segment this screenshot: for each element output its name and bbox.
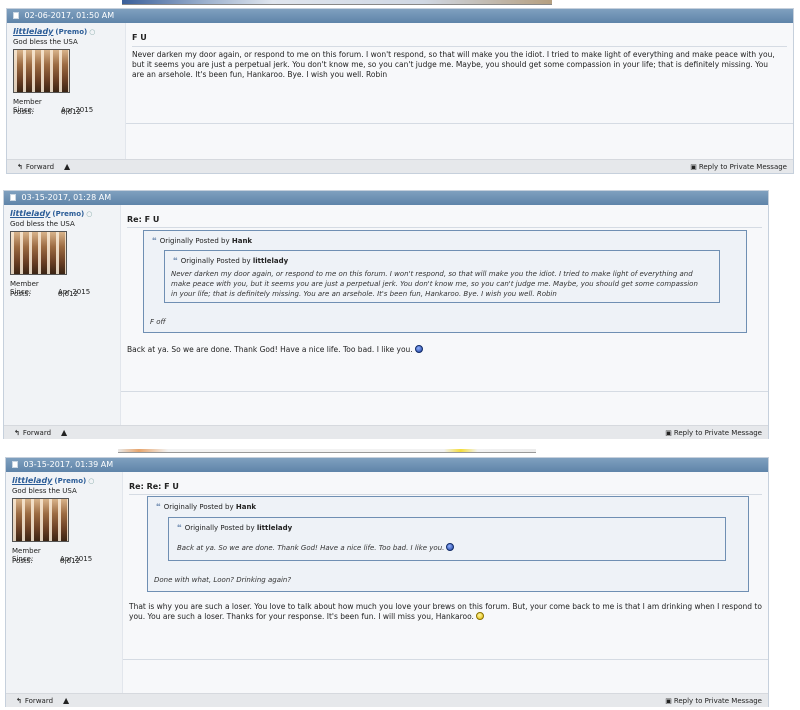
reply-private-message-button[interactable]: ▣ Reply to Private Message bbox=[665, 426, 762, 440]
post-body: Back at ya. So we are done. Thank God! H… bbox=[127, 345, 756, 355]
username-link[interactable]: littlelady bbox=[12, 476, 52, 485]
ad-banner[interactable] bbox=[122, 0, 552, 5]
forward-button[interactable]: ↰ Forward bbox=[17, 160, 54, 174]
quote-header: ❝ Originally Posted by littlelady bbox=[177, 523, 293, 532]
post-content: Re: Re: F U ❝ Originally Posted by Hank ❝… bbox=[122, 472, 768, 694]
post: 03-15-2017, 01:28 AM littlelady (Premo) ○ … bbox=[3, 190, 769, 439]
quote-icon: ❝ bbox=[152, 236, 157, 245]
post-title: Re: Re: F U bbox=[129, 482, 179, 491]
inner-quote: ❝ Originally Posted by littlelady Never d… bbox=[164, 250, 720, 303]
forward-arrow-icon: ↰ bbox=[16, 697, 22, 705]
post-body: That is why you are such a loser. You lo… bbox=[129, 602, 762, 621]
signature-divider bbox=[126, 123, 793, 124]
post: 02-06-2017, 01:50 AM littlelady (Premo) ○ … bbox=[6, 8, 794, 174]
post-count: 8,612 bbox=[58, 290, 79, 298]
post-header: 03-15-2017, 01:39 AM bbox=[6, 458, 768, 472]
online-status-icon: ○ bbox=[88, 477, 95, 485]
post-footer: ↰ Forward ▲ ▣ Reply to Private Message bbox=[6, 693, 768, 707]
signature-divider bbox=[123, 659, 768, 660]
forward-button[interactable]: ↰ Forward bbox=[14, 426, 51, 440]
post-date: 03-15-2017, 01:28 AM bbox=[21, 193, 112, 202]
post-footer: ↰ Forward ▲ ▣ Reply to Private Message bbox=[7, 159, 793, 173]
post-header: 03-15-2017, 01:28 AM bbox=[4, 191, 768, 205]
post-body: Never darken my door again, or respond t… bbox=[132, 50, 775, 79]
user-sidebar: littlelady (Premo) ○ God bless the USA Mem… bbox=[7, 23, 125, 161]
avatar[interactable] bbox=[13, 49, 70, 93]
outer-quote: ❝ Originally Posted by Hank ❝ Originally P… bbox=[143, 230, 747, 333]
online-status-icon: ○ bbox=[89, 28, 96, 36]
user-rank: (Premo) bbox=[52, 210, 85, 218]
outer-quote: ❝ Originally Posted by Hank ❝ Originally P… bbox=[147, 496, 749, 592]
warning-triangle-icon[interactable]: ▲ bbox=[61, 426, 67, 440]
post-date: 03-15-2017, 01:39 AM bbox=[23, 460, 114, 469]
online-status-icon: ○ bbox=[86, 210, 93, 218]
quote-header: ❝ Originally Posted by Hank bbox=[156, 502, 257, 511]
warning-triangle-icon[interactable]: ▲ bbox=[64, 160, 70, 174]
ad-banner[interactable] bbox=[118, 449, 536, 453]
user-tagline: God bless the USA bbox=[13, 38, 78, 46]
private-message-icon: ▣ bbox=[665, 429, 672, 437]
quote-text: Never darken my door again, or respond t… bbox=[171, 270, 698, 298]
post-date: 02-06-2017, 01:50 AM bbox=[24, 11, 115, 20]
yellow-smiley-icon bbox=[475, 612, 484, 620]
forward-button[interactable]: ↰ Forward bbox=[16, 694, 53, 708]
post-content: F U Never darken my door again, or respo… bbox=[125, 23, 793, 161]
username-link[interactable]: littlelady bbox=[13, 27, 53, 36]
quote-header: ❝ Originally Posted by Hank bbox=[152, 236, 253, 245]
user-rank: (Premo) bbox=[54, 477, 87, 485]
quote-author: littlelady bbox=[252, 257, 289, 265]
reply-private-message-button[interactable]: ▣ Reply to Private Message bbox=[665, 694, 762, 708]
post-title: Re: F U bbox=[127, 215, 160, 224]
post-count: 8,612 bbox=[61, 108, 82, 116]
post: 03-15-2017, 01:39 AM littlelady (Premo) ○ … bbox=[5, 457, 769, 707]
post-document-icon bbox=[12, 461, 18, 468]
forward-arrow-icon: ↰ bbox=[17, 163, 23, 171]
title-divider bbox=[127, 227, 762, 228]
quote-icon: ❝ bbox=[177, 523, 182, 532]
user-stats: Member Since: Apr 2015 Posts: 8,612 bbox=[10, 280, 91, 298]
quote-author: Hank bbox=[235, 503, 257, 511]
post-document-icon bbox=[10, 194, 16, 201]
username-link[interactable]: littlelady bbox=[10, 209, 50, 218]
quote-author: Hank bbox=[231, 237, 253, 245]
post-title: F U bbox=[132, 33, 147, 42]
quote-header: ❝ Originally Posted by littlelady bbox=[173, 256, 289, 265]
post-content: Re: F U ❝ Originally Posted by Hank ❝ Orig… bbox=[120, 205, 768, 426]
title-divider bbox=[129, 494, 762, 495]
user-sidebar: littlelady (Premo) ○ God bless the USA Mem… bbox=[6, 472, 124, 694]
signature-divider bbox=[121, 391, 768, 392]
blue-smiley-icon bbox=[414, 345, 423, 353]
private-message-icon: ▣ bbox=[665, 697, 672, 705]
quote-icon: ❝ bbox=[173, 256, 178, 265]
post-footer: ↰ Forward ▲ ▣ Reply to Private Message bbox=[4, 425, 768, 439]
post-count: 8,612 bbox=[60, 557, 81, 565]
inner-quote: ❝ Originally Posted by littlelady Back at… bbox=[168, 517, 726, 561]
quote-text: Done with what, Loon? Drinking again? bbox=[154, 576, 292, 584]
post-document-icon bbox=[13, 12, 19, 19]
private-message-icon: ▣ bbox=[690, 163, 697, 171]
user-tagline: God bless the USA bbox=[10, 220, 75, 228]
user-rank: (Premo) bbox=[55, 28, 88, 36]
forward-arrow-icon: ↰ bbox=[14, 429, 20, 437]
blue-smiley-icon bbox=[446, 543, 455, 551]
user-sidebar: littlelady (Premo) ○ God bless the USA Mem… bbox=[4, 205, 122, 426]
user-stats: Member Since: Apr 2015 Posts: 8,612 bbox=[13, 98, 94, 116]
title-divider bbox=[132, 46, 787, 47]
user-tagline: God bless the USA bbox=[12, 487, 77, 495]
avatar[interactable] bbox=[12, 498, 69, 542]
user-stats: Member Since: Apr 2015 Posts: 8,612 bbox=[12, 547, 93, 565]
avatar[interactable] bbox=[10, 231, 67, 275]
quote-author: littlelady bbox=[256, 524, 293, 532]
quote-text: Back at ya. So we are done. Thank God! H… bbox=[177, 543, 707, 553]
warning-triangle-icon[interactable]: ▲ bbox=[63, 694, 69, 708]
post-header: 02-06-2017, 01:50 AM bbox=[7, 9, 793, 23]
quote-text: F off bbox=[150, 318, 166, 326]
reply-private-message-button[interactable]: ▣ Reply to Private Message bbox=[690, 160, 787, 174]
quote-icon: ❝ bbox=[156, 502, 161, 511]
